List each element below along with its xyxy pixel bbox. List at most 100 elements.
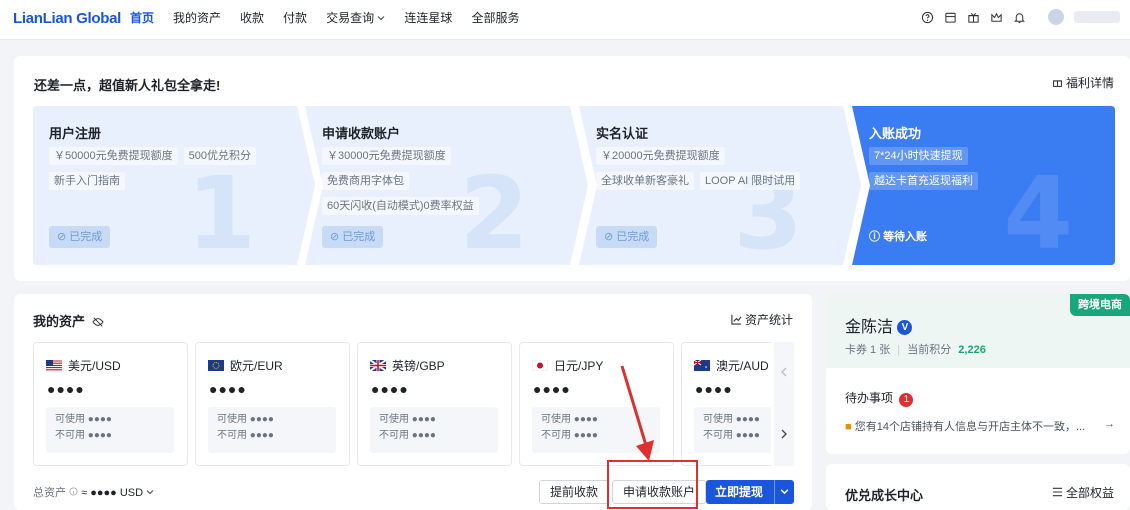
available-label: 可使用 [55,414,85,425]
currency-card-gbp[interactable]: 英镑/GBP ●●●● 可使用 ●●●● 不可用 ●●●● [357,342,512,466]
us-flag-icon [46,360,62,371]
eye-off-icon[interactable] [92,317,104,327]
chevron-left-icon[interactable] [774,362,794,382]
currency-balance: ●●●● [209,381,247,397]
available-label: 可使用 [379,414,409,425]
nav-collect[interactable]: 收款 [240,0,264,40]
logo[interactable]: LianLian Global [13,10,121,27]
nav-all-services[interactable]: 全部服务 [471,0,519,40]
currency-detail: 可使用 ●●●● 不可用 ●●●● [208,407,336,453]
nav-home[interactable]: 首页 [130,0,154,40]
status-badge: ⊘ 已完成 [49,226,111,248]
arrow-right-icon[interactable]: → [1104,418,1115,430]
currency-detail: 可使用 ●●●● 不可用 ●●●● [694,407,771,453]
step-title: 用户注册 [49,126,102,141]
unavailable-label: 不可用 [541,430,571,441]
withdraw-label: 立即提现 [715,485,764,499]
available-label: 可使用 [703,414,733,425]
help-icon[interactable] [921,11,934,24]
status-badge: ⊘ 已完成 [322,226,384,248]
username-blurred[interactable] [1074,11,1120,23]
promo-title: 还差一点，超值新人礼包全拿走! [34,78,221,93]
asset-stats-link[interactable]: 资产统计 [731,311,793,328]
withdraw-dropdown[interactable] [774,480,794,504]
currency-name: 澳元/AUD [694,357,769,374]
todo-header: 待办事项 1 [845,389,914,407]
step-title: 实名认证 [596,126,649,141]
currency-label: 日元/JPY [554,359,604,373]
step-tag: ￥30000元免费提现额度 [322,147,451,165]
early-collect-button[interactable]: 提前收款 [539,480,610,504]
currency-card-aud[interactable]: 澳元/AUD ●●●● 可使用 ●●●● 不可用 ●●●● [681,342,771,466]
status-waiting: ⓘ 等待入账 [869,231,928,243]
uk-flag-icon [370,360,386,371]
step-tag: 新手入门指南 [49,172,125,190]
currency-label: 美元/USD [68,359,121,373]
nav-transactions-label: 交易查询 [326,11,375,25]
available-label: 可使用 [541,414,571,425]
currency-balance: ●●●● [47,381,85,397]
unavailable-value: ●●●● [573,430,598,441]
nav-assets[interactable]: 我的资产 [173,0,221,40]
step-tag: 500优兑积分 [183,147,256,165]
todo-item[interactable]: ■ 您有14个店铺持有人信息与开店主体不一致，... → [845,418,1115,434]
all-benefits-link[interactable]: 全部权益 [1052,484,1114,501]
all-benefits-label: 全部权益 [1065,486,1114,500]
points-label: 当前积分 [907,344,952,356]
welfare-details-link[interactable]: 福利详情 [1052,74,1114,91]
assets-title: 我的资产 [33,311,104,330]
currency-balance: ●●●● [695,381,733,397]
calendar-icon[interactable] [944,11,957,24]
bell-icon[interactable] [1013,11,1026,24]
gift-icon[interactable] [967,11,980,24]
available-label: 可使用 [217,414,247,425]
jp-flag-icon [532,360,548,371]
highlight-box [607,460,698,509]
crown-icon[interactable] [990,11,1003,24]
todo-label: 待办事项 [845,391,894,405]
step-title: 入账成功 [869,126,922,141]
step-tag: ￥20000元免费提现额度 [596,147,725,165]
coupon-count[interactable]: 卡券 1 张 [845,344,890,356]
eu-flag-icon [208,360,224,371]
step-tag: 越达卡首充返现福利 [869,172,978,190]
todo-count-badge: 1 [899,393,914,407]
available-value: ●●●● [735,414,760,425]
nav-transactions[interactable]: 交易查询 [326,0,385,40]
step-tag: 7*24小时快速提现 [869,147,968,165]
avatar[interactable] [1048,9,1064,25]
status-label: 已完成 [342,231,376,243]
nav-pay[interactable]: 付款 [283,0,307,40]
nav-planet[interactable]: 连连星球 [404,0,452,40]
welfare-label: 福利详情 [1065,76,1114,90]
available-value: ●●●● [87,414,112,425]
step-tag: 免费商用字体包 [322,172,409,190]
gift-icon [1052,80,1062,87]
step-tag: 60天闪收(自动模式)0费率权益 [322,197,479,215]
chevron-right-icon[interactable] [774,424,794,444]
top-nav: LianLian Global 首页 我的资产 收款 付款 交易查询 连连星球 … [0,0,1130,40]
nav-icons [921,9,1120,25]
chevron-down-icon [377,16,385,21]
chevron-down-icon[interactable] [146,488,154,496]
step-tag: LOOP AI 限时试用 [700,172,801,190]
status-badge: ⊘ 已完成 [596,226,658,248]
newcomer-promo-card: 还差一点，超值新人礼包全拿走! 福利详情 1 用户注册 ￥50000元免费提现额… [14,56,1130,281]
list-icon [1052,487,1062,497]
step-register: 1 用户注册 ￥50000元免费提现额度 500优兑积分 新手入门指南 ⊘ 已完… [33,106,298,265]
withdraw-button[interactable]: 立即提现 [706,480,794,504]
currency-balance: ●●●● [533,381,571,397]
status-label: 已完成 [69,231,103,243]
step-apply-account: 2 申请收款账户 ￥30000元免费提现额度 免费商用字体包 60天闪收(自动模… [306,106,571,265]
vip-badge[interactable]: V [897,320,913,335]
points-value[interactable]: 2,226 [958,344,986,356]
unavailable-value: ●●●● [249,430,274,441]
currency-name: 美元/USD [46,357,121,374]
currency-card-eur[interactable]: 欧元/EUR ●●●● 可使用 ●●●● 不可用 ●●●● [195,342,350,466]
currency-name: 欧元/EUR [208,357,283,374]
user-name: 金陈洁 [845,319,894,336]
currency-card-usd[interactable]: 美元/USD ●●●● 可使用 ●●●● 不可用 ●●●● [33,342,188,466]
step-tag: 全球收单新客豪礼 [596,172,694,190]
status-label: 已完成 [616,231,650,243]
info-icon [69,487,78,496]
